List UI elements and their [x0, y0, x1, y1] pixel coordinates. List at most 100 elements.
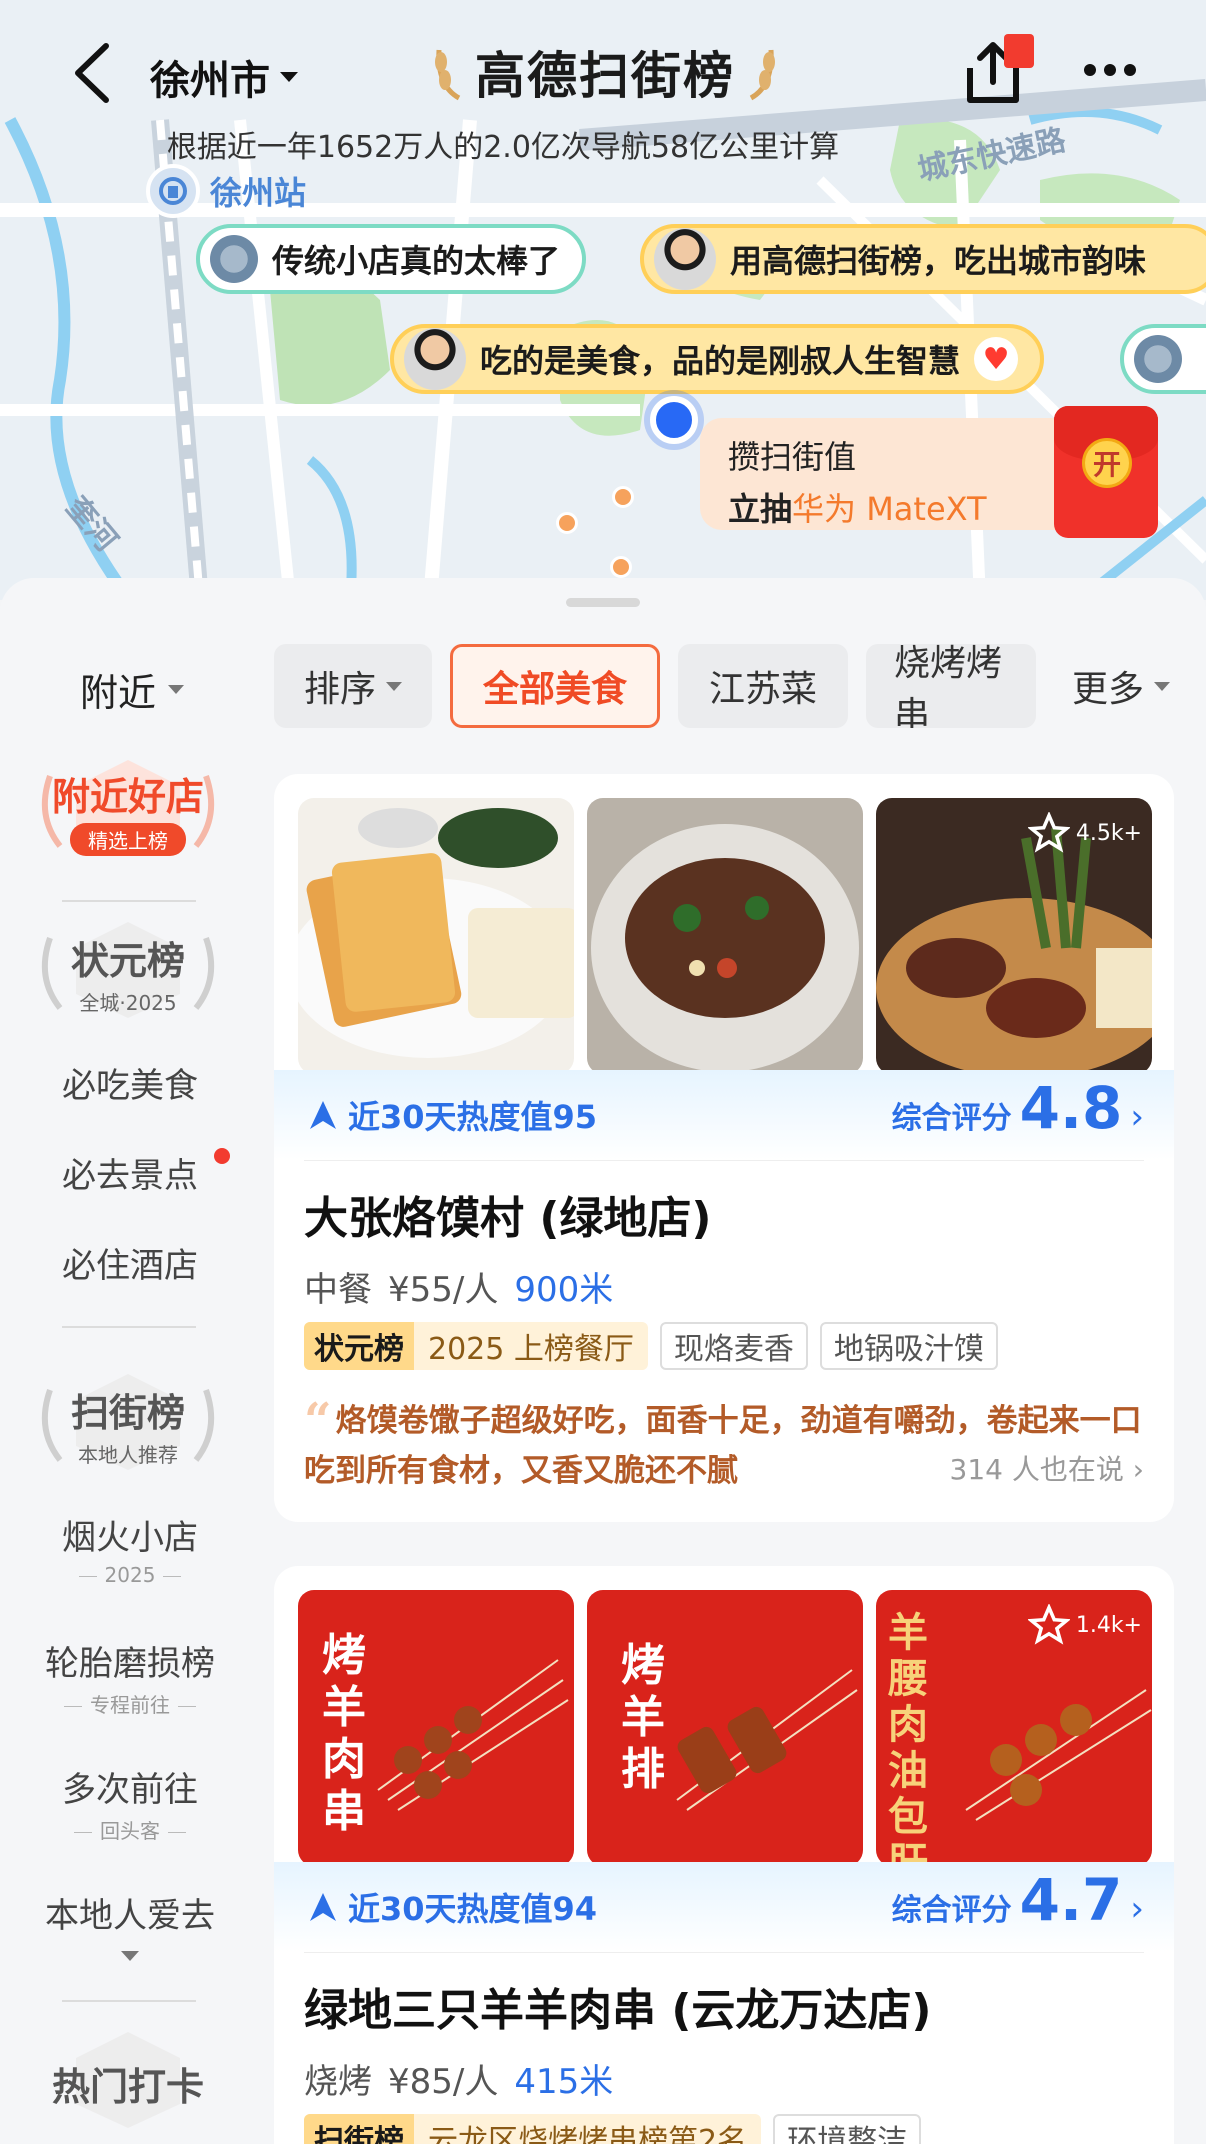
bottom-sheet: 附近 排序 全部美食 江苏菜 烧烤烤串 更多 附近好店 精选上榜 状元榜 全城·… [0, 578, 1206, 2144]
metrics-row: 近30天热度值95 综合评分 4.8 › [274, 1070, 1174, 1160]
sidebar-item-must-eat[interactable]: 必吃美食 [0, 1058, 260, 1107]
divider [62, 1326, 196, 1328]
photo-caption: 烤羊排 [621, 1640, 665, 1795]
map-poi-dot[interactable] [610, 556, 632, 578]
chevron-down-icon [1154, 681, 1170, 691]
zhuangyuan-badge[interactable]: 状元榜 全城·2025 [30, 918, 226, 1028]
restaurant-name: 绿地三只羊羊肉串 (云龙万达店) [304, 1985, 932, 2036]
food-photo[interactable] [298, 798, 574, 1074]
tag-row: 状元榜 2025 上榜餐厅 现烙麦香 地锅吸汁馍 [304, 1322, 998, 1370]
city-selector[interactable]: 徐州市 [150, 48, 298, 106]
review-bubble-3[interactable]: 吃的是美食，品的是刚叔人生智慧 ♥ [390, 324, 1045, 394]
back-icon[interactable] [66, 40, 116, 106]
heat-value: 近30天热度值95 [308, 1092, 597, 1138]
divider [304, 1160, 1144, 1161]
bubble-text: 吃的是美食，品的是刚叔人生智慧 [480, 342, 961, 380]
heat-value: 近30天热度值94 [308, 1884, 597, 1930]
review-bubble-2[interactable]: 用高德扫街榜，吃出城市韵味 [640, 224, 1206, 294]
host-avatar [654, 228, 716, 290]
hot-checkin-badge[interactable]: 热门打卡 [30, 2028, 226, 2138]
city-label: 徐州市 [150, 58, 270, 104]
station-poi[interactable]: 徐州站 [146, 164, 306, 218]
chevron-right-icon: › [1130, 1097, 1144, 1137]
station-label: 徐州站 [210, 174, 307, 212]
chevron-down-icon [121, 1951, 139, 1961]
bubble-text: 传统小店真的太棒了 [272, 242, 561, 280]
food-photo[interactable]: 羊腰肉油包肝 1.4k+ [876, 1590, 1152, 1866]
bubble-text: 用高德扫街榜，吃出城市韵味 [730, 242, 1147, 280]
current-location-marker [650, 396, 698, 444]
chip-all-food[interactable]: 全部美食 [450, 644, 660, 728]
sidebar-item-must-stay[interactable]: 必住酒店 [0, 1238, 260, 1287]
sidebar-item-multi[interactable]: 多次前往 回头客 [0, 1762, 260, 1844]
rank-sidebar: 附近好店 精选上榜 状元榜 全城·2025 必吃美食 必去景点 必住酒店 扫街榜 [0, 756, 260, 2144]
notification-dot [214, 1148, 230, 1164]
restaurant-name: 大张烙馍村 (绿地店) [304, 1193, 712, 1244]
food-photo[interactable]: 烤羊排 [587, 1590, 863, 1866]
overall-score[interactable]: 综合评分 4.8 › [892, 1074, 1144, 1142]
chevron-right-icon: › [1123, 1453, 1144, 1486]
food-photo[interactable]: 4.5k+ [876, 798, 1152, 1074]
restaurant-card[interactable]: 烤羊肉串 烤羊排 羊腰肉油包肝 1.4k+ 近30天热度值94 综合评分 4.7… [274, 1566, 1174, 2144]
review-bubble-4[interactable] [1120, 324, 1206, 394]
chip-jiangsu[interactable]: 江苏菜 [678, 644, 848, 728]
rank-tag[interactable]: 扫街榜 云龙区烧烤烤串榜第2名 [304, 2114, 762, 2144]
nearby-good-badge[interactable]: 附近好店 精选上榜 [30, 756, 226, 866]
divider [62, 900, 196, 902]
photo-caption: 羊腰肉油包肝 [888, 1609, 928, 1867]
review-bubble-1[interactable]: 传统小店真的太棒了 [196, 224, 587, 294]
laurel-right-icon [749, 49, 775, 101]
feature-tag: 地锅吸汁馍 [819, 1322, 998, 1370]
favorite-count[interactable]: 1.4k+ [1027, 1604, 1142, 1646]
more-filter[interactable]: 更多 [1036, 644, 1206, 728]
drag-handle[interactable] [566, 598, 640, 607]
sidebar-item-tire[interactable]: 轮胎磨损榜 专程前往 [0, 1636, 260, 1718]
chevron-down-icon [168, 685, 185, 694]
divider [304, 1952, 1144, 1953]
map-poi-dot[interactable] [612, 486, 634, 508]
overall-score[interactable]: 综合评分 4.7 › [892, 1866, 1144, 1934]
quote-mark-icon: “ [304, 1393, 332, 1449]
brand-title: 高德扫街榜 [475, 47, 735, 105]
restaurant-info: 烧烤 ¥85/人 415米 [304, 2062, 614, 2102]
navigation-arrow-icon [310, 1101, 336, 1129]
photo-strip: 4.5k+ [298, 798, 1152, 1074]
user-avatar [1134, 335, 1182, 383]
favorite-count[interactable]: 4.5k+ [1027, 812, 1142, 854]
chevron-down-icon [386, 681, 402, 691]
top-bar: 徐州市 高德扫街榜 [0, 30, 1206, 116]
host-avatar [404, 328, 466, 390]
restaurant-card[interactable]: 4.5k+ 近30天热度值95 综合评分 4.8 › 大张烙馍村 (绿地店) 中… [274, 774, 1174, 1522]
more-options-icon[interactable] [1084, 64, 1138, 80]
nearby-filter[interactable]: 附近 [80, 662, 185, 717]
red-packet-button[interactable]: 开 [1054, 406, 1158, 538]
filter-bar: 附近 排序 全部美食 江苏菜 烧烤烤串 更多 [0, 644, 1206, 728]
feature-tag: 环境整洁 [773, 2114, 922, 2144]
sidebar-item-local[interactable]: 本地人爱去 [0, 1888, 260, 1961]
tag-row: 扫街榜 云龙区烧烤烤串榜第2名 环境整洁 [304, 2114, 922, 2144]
food-photo[interactable] [587, 798, 863, 1074]
restaurant-info: 中餐 ¥55/人 900米 [304, 1270, 614, 1310]
user-avatar [210, 235, 258, 283]
heart-icon: ♥ [974, 337, 1019, 381]
map-area[interactable]: 徐州市 高德扫街榜 根据近一年1652万人的2.0亿次导航58亿公里计算 徐州站… [0, 0, 1206, 600]
sidebar-item-yanhuo[interactable]: 烟火小店 2025 [0, 1510, 260, 1587]
laurel-left-icon [435, 49, 461, 101]
review-count[interactable]: 314 人也在说 › [950, 1448, 1144, 1488]
share-reward-badge [1004, 34, 1034, 68]
chevron-down-icon [280, 72, 298, 82]
train-station-icon [146, 164, 200, 218]
feature-tag: 现烙麦香 [659, 1322, 808, 1370]
brand-logo: 高德扫街榜 [410, 36, 800, 108]
star-icon [1027, 1604, 1070, 1645]
metrics-row: 近30天热度值94 综合评分 4.7 › [274, 1862, 1174, 1952]
food-photo[interactable]: 烤羊肉串 [298, 1590, 574, 1866]
rank-tag[interactable]: 状元榜 2025 上榜餐厅 [304, 1322, 648, 1370]
navigation-arrow-icon [310, 1893, 336, 1921]
map-poi-dot[interactable] [556, 512, 578, 534]
saojie-badge[interactable]: 扫街榜 本地人推荐 [30, 1370, 226, 1480]
photo-caption: 烤羊肉串 [322, 1630, 366, 1837]
sort-chip[interactable]: 排序 [274, 644, 432, 728]
chevron-right-icon: › [1130, 1889, 1144, 1929]
chip-bbq[interactable]: 烧烤烤串 [866, 644, 1036, 728]
